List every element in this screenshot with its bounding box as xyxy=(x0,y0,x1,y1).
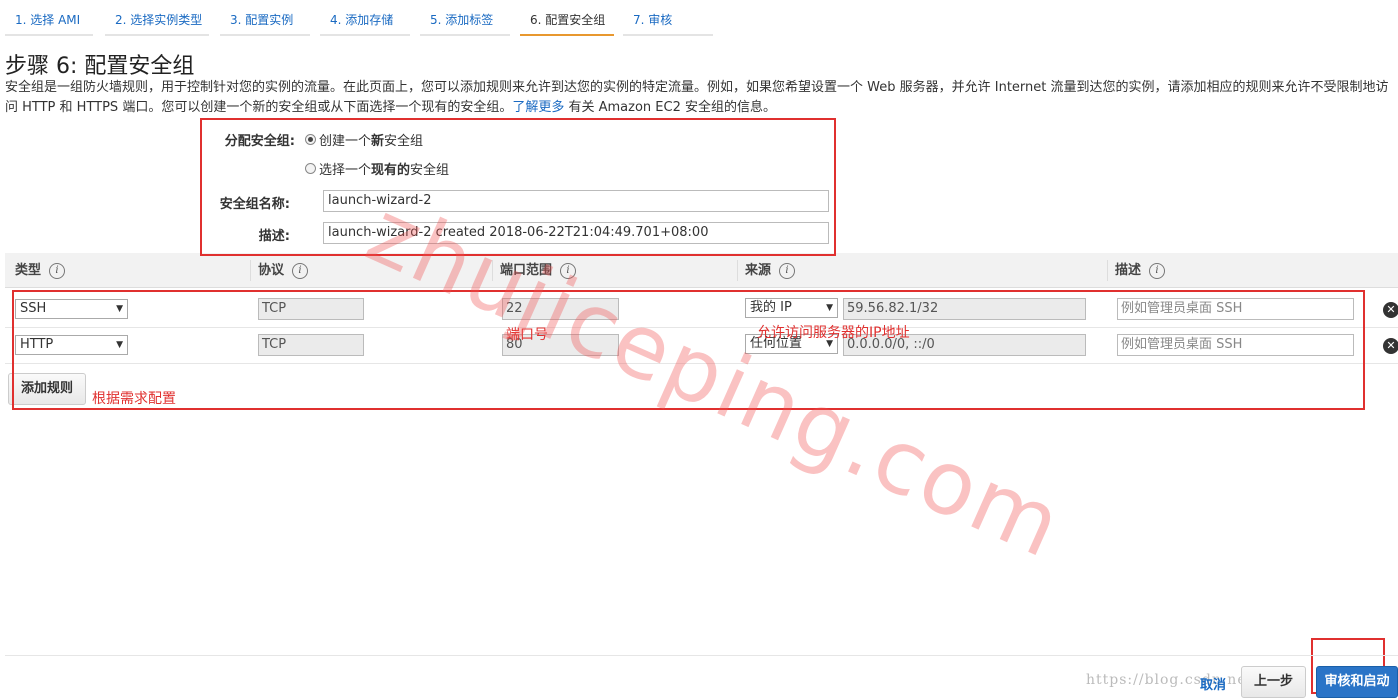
header-source-label: 来源 xyxy=(745,263,772,278)
info-icon[interactable]: i xyxy=(292,262,309,279)
remove-rule-icon[interactable]: ✕ xyxy=(1383,302,1398,318)
page-title: 步骤 6: 配置安全组 xyxy=(5,54,195,79)
radio-existing-pre: 选择一个 xyxy=(319,163,372,178)
column-divider xyxy=(250,260,251,281)
header-description: 描述 i xyxy=(1107,253,1166,288)
chevron-down-icon: ▼ xyxy=(116,340,123,350)
annotation-port-note: 端口号 xyxy=(506,327,548,343)
info-icon[interactable]: i xyxy=(779,262,796,279)
tab-add-tags[interactable]: 5. 添加标签 xyxy=(420,0,510,36)
tab-choose-ami[interactable]: 1. 选择 AMI xyxy=(5,0,93,36)
rule-source-select[interactable]: 我的 IP ▼ xyxy=(745,298,838,318)
sg-desc-label: 描述: xyxy=(258,229,290,244)
header-type: 类型 i xyxy=(15,253,66,288)
tab-choose-instance-type[interactable]: 2. 选择实例类型 xyxy=(105,0,209,36)
rule-port-field: 22 xyxy=(502,298,619,320)
annotation-source-note: 允许访问服务器的IP地址 xyxy=(757,325,910,341)
header-source: 来源 i xyxy=(737,253,796,288)
rules-table-header: 类型 i 协议 i 端口范围 i 来源 i 描述 i xyxy=(5,253,1398,288)
add-rule-button[interactable]: 添加规则 xyxy=(8,373,86,405)
wizard-tabs: 1. 选择 AMI 2. 选择实例类型 3. 配置实例 4. 添加存储 5. 添… xyxy=(0,0,1398,36)
radio-select-existing-icon[interactable] xyxy=(305,163,316,174)
header-port-label: 端口范围 xyxy=(500,263,553,278)
rule-type-select[interactable]: SSH ▼ xyxy=(15,299,128,319)
rule-type-value: HTTP xyxy=(20,337,54,352)
rule-source-type: 我的 IP xyxy=(750,300,792,315)
rule-protocol-field: TCP xyxy=(258,334,364,356)
row-divider xyxy=(5,363,1398,364)
header-port-range: 端口范围 i xyxy=(492,253,577,288)
radio-create-new-pre: 创建一个 xyxy=(319,134,372,149)
column-divider xyxy=(737,260,738,281)
tab-configure-instance[interactable]: 3. 配置实例 xyxy=(220,0,310,36)
page-description: 安全组是一组防火墙规则，用于控制针对您的实例的流量。在此页面上，您可以添加规则来… xyxy=(5,78,1398,118)
footer-url-watermark: https://blog.csdn.net/ xyxy=(1086,672,1259,688)
rule-description-input[interactable]: 例如管理员桌面 SSH xyxy=(1117,298,1354,320)
info-icon[interactable]: i xyxy=(49,262,66,279)
sg-desc-input[interactable]: launch-wizard-2 created 2018-06-22T21:04… xyxy=(323,222,829,244)
learn-more-link[interactable]: 了解更多 xyxy=(512,100,564,115)
radio-create-new-post: 安全组 xyxy=(384,134,424,149)
remove-rule-icon[interactable]: ✕ xyxy=(1383,338,1398,354)
radio-existing-bold: 现有的 xyxy=(371,163,411,178)
radio-existing-post: 安全组 xyxy=(410,163,450,178)
footer-divider xyxy=(5,655,1398,656)
radio-select-existing-sg[interactable]: 选择一个 现有的 安全组 xyxy=(305,159,449,178)
header-protocol-label: 协议 xyxy=(258,263,285,278)
tab-configure-security-group[interactable]: 6. 配置安全组 xyxy=(520,0,614,36)
rule-type-select[interactable]: HTTP ▼ xyxy=(15,335,128,355)
header-protocol: 协议 i xyxy=(250,253,309,288)
chevron-down-icon: ▼ xyxy=(116,304,123,314)
radio-create-new-icon[interactable] xyxy=(305,134,316,145)
description-tail: 有关 Amazon EC2 安全组的信息。 xyxy=(564,100,776,115)
radio-create-new-bold: 新 xyxy=(371,134,385,149)
column-divider xyxy=(492,260,493,281)
previous-button[interactable]: 上一步 xyxy=(1241,666,1306,698)
rule-description-input[interactable]: 例如管理员桌面 SSH xyxy=(1117,334,1354,356)
info-icon[interactable]: i xyxy=(1149,262,1166,279)
rule-protocol-field: TCP xyxy=(258,298,364,320)
tab-review[interactable]: 7. 审核 xyxy=(623,0,713,36)
review-and-launch-button[interactable]: 审核和启动 xyxy=(1316,666,1398,698)
rule-source-cidr[interactable]: 59.56.82.1/32 xyxy=(843,298,1086,320)
tab-add-storage[interactable]: 4. 添加存储 xyxy=(320,0,410,36)
assign-sg-label: 分配安全组: xyxy=(224,134,295,149)
header-description-label: 描述 xyxy=(1115,263,1142,278)
rule-type-value: SSH xyxy=(20,301,47,316)
cancel-button[interactable]: 取消 xyxy=(1200,674,1226,693)
chevron-down-icon: ▼ xyxy=(826,303,833,313)
header-type-label: 类型 xyxy=(15,263,42,278)
column-divider xyxy=(1107,260,1108,281)
info-icon[interactable]: i xyxy=(560,262,577,279)
sg-name-label: 安全组名称: xyxy=(219,197,290,212)
annotation-config-note: 根据需求配置 xyxy=(92,391,176,407)
sg-name-input[interactable]: launch-wizard-2 xyxy=(323,190,829,212)
row-divider xyxy=(5,327,1398,328)
radio-create-new-sg[interactable]: 创建一个新安全组 xyxy=(305,130,423,149)
